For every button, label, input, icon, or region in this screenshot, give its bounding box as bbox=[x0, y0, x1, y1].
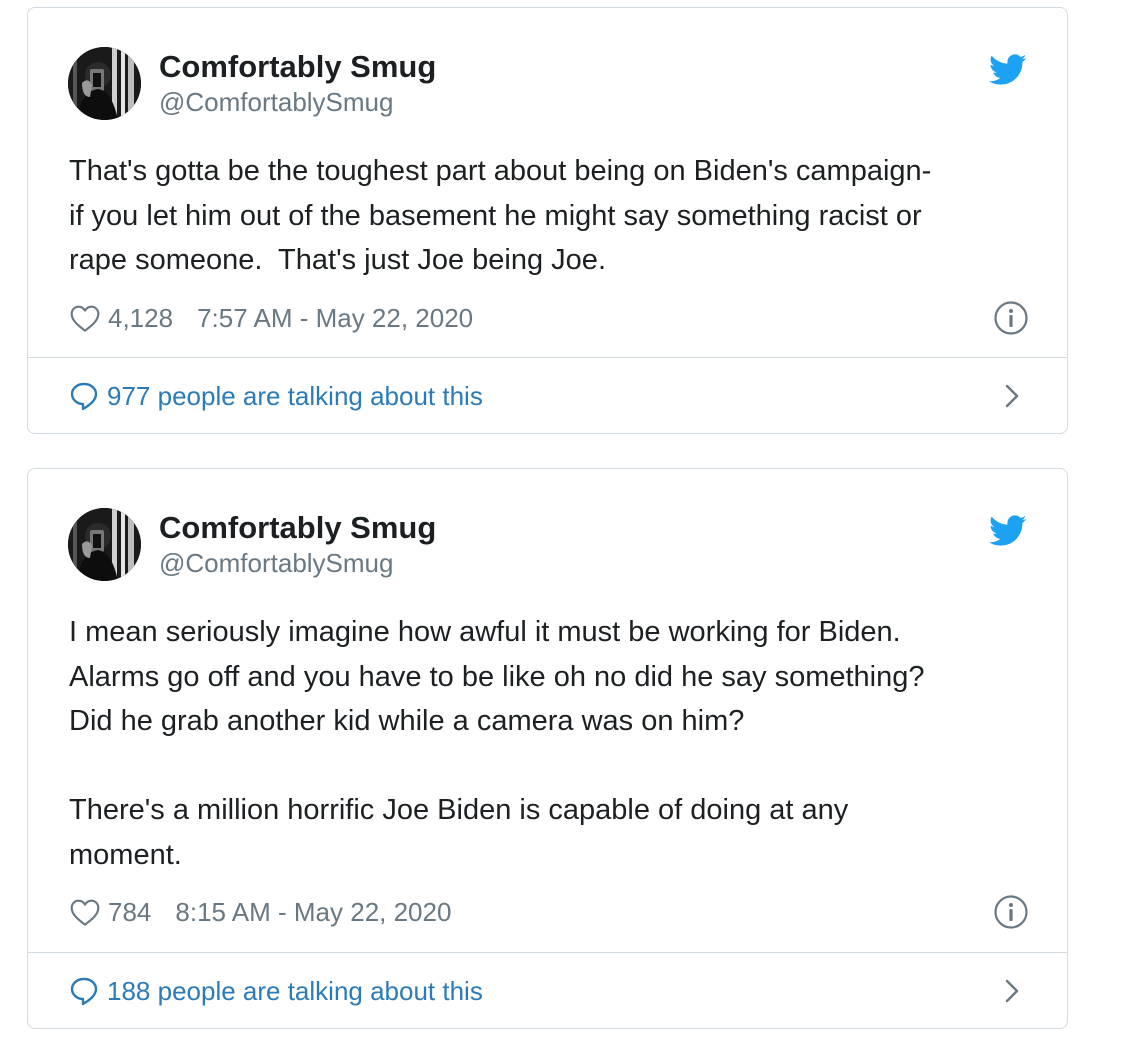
twitter-bird-icon[interactable] bbox=[989, 54, 1027, 86]
avatar[interactable] bbox=[68, 47, 141, 120]
chevron-right-icon[interactable] bbox=[1001, 383, 1023, 409]
twitter-bird-icon[interactable] bbox=[989, 515, 1027, 547]
conversation-count-text: 977 people are talking about this bbox=[107, 380, 483, 411]
tweet-text: That's gotta be the toughest part about … bbox=[69, 155, 932, 276]
info-icon[interactable] bbox=[993, 300, 1029, 336]
tweet-text: I mean seriously imagine how awful it mu… bbox=[69, 616, 925, 871]
author-name[interactable]: Comfortably Smug bbox=[159, 49, 436, 85]
divider bbox=[28, 357, 1067, 358]
divider bbox=[28, 952, 1067, 953]
info-icon[interactable] bbox=[993, 894, 1029, 930]
like-count[interactable]: 4,128 bbox=[108, 303, 173, 334]
heart-icon[interactable] bbox=[69, 897, 101, 927]
timestamp[interactable]: 7:57 AM - May 22, 2020 bbox=[197, 303, 473, 334]
author-handle[interactable]: @ComfortablySmug bbox=[159, 87, 393, 118]
avatar[interactable] bbox=[68, 508, 141, 581]
chevron-right-icon[interactable] bbox=[1001, 978, 1023, 1004]
conversation-link[interactable]: 188 people are talking about this bbox=[69, 973, 1029, 1009]
like-count[interactable]: 784 bbox=[108, 897, 151, 928]
tweet-card: Comfortably Smug @ComfortablySmug I mean… bbox=[27, 468, 1068, 1029]
tweet-meta: 4,128 7:57 AM - May 22, 2020 bbox=[69, 300, 1029, 336]
author-name[interactable]: Comfortably Smug bbox=[159, 510, 436, 546]
tweet-meta: 784 8:15 AM - May 22, 2020 bbox=[69, 894, 1029, 930]
timestamp[interactable]: 8:15 AM - May 22, 2020 bbox=[175, 897, 451, 928]
conversation-link[interactable]: 977 people are talking about this bbox=[69, 378, 1029, 414]
speech-bubble-icon bbox=[70, 382, 98, 411]
speech-bubble-icon bbox=[70, 977, 98, 1006]
heart-icon[interactable] bbox=[69, 303, 101, 333]
tweet-card: Comfortably Smug @ComfortablySmug That's… bbox=[27, 7, 1068, 434]
author-handle[interactable]: @ComfortablySmug bbox=[159, 548, 393, 579]
conversation-count-text: 188 people are talking about this bbox=[107, 975, 483, 1006]
